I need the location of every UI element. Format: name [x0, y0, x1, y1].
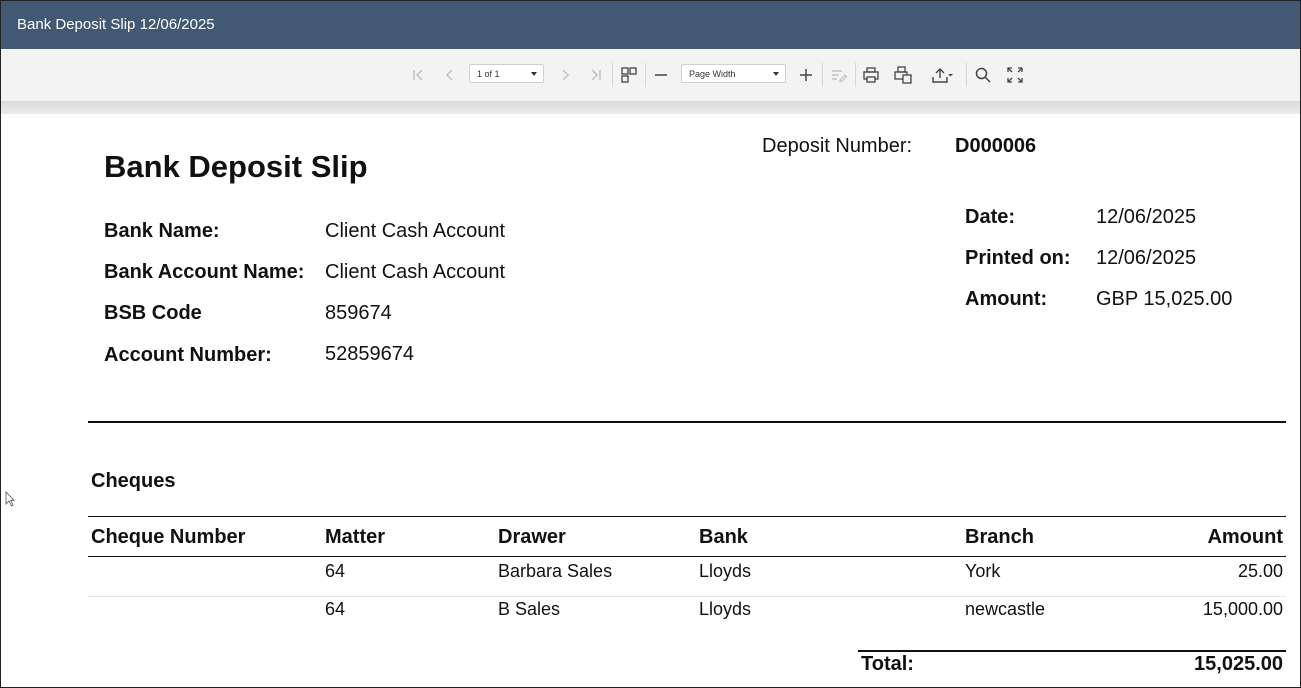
toolbar-separator [855, 63, 856, 87]
account-number-value: 52859674 [325, 343, 414, 365]
bsb-code-label: BSB Code [104, 302, 202, 324]
deposit-number-value: D000006 [955, 135, 1037, 157]
zoom-in-button[interactable] [794, 63, 818, 87]
viewer-toolbar: 1 of 1 Page Width [1, 49, 1300, 101]
cheques-section-title: Cheques [91, 470, 176, 492]
cell-drawer: Barbara Sales [498, 561, 613, 581]
cell-amount: 15,000.00 [1202, 599, 1283, 619]
print-page-icon [894, 66, 912, 84]
toolbar-separator [612, 63, 613, 87]
account-number-label: Account Number: [104, 344, 272, 366]
table-header-border [88, 556, 1286, 557]
zoom-out-button[interactable] [649, 63, 673, 87]
zoom-selector[interactable]: Page Width [681, 64, 786, 83]
date-value: 12/06/2025 [1096, 206, 1197, 228]
total-label: Total: [861, 653, 914, 675]
cell-drawer: B Sales [498, 599, 561, 619]
title-bar: Bank Deposit Slip 12/06/2025 [1, 1, 1300, 49]
bank-account-name-label: Bank Account Name: [104, 261, 305, 283]
report-page: Bank Deposit Slip Deposit Number: D00000… [1, 114, 1300, 687]
amount-label: Amount: [965, 288, 1048, 310]
cell-bank: Lloyds [699, 561, 752, 581]
column-header-matter: Matter [325, 526, 386, 548]
cell-amount: 25.00 [1237, 561, 1283, 581]
bank-name-label: Bank Name: [104, 220, 220, 242]
grid-view-icon [621, 67, 637, 83]
column-header-drawer: Drawer [498, 526, 566, 548]
toolbar-separator [645, 63, 646, 87]
column-header-cheque-number: Cheque Number [91, 526, 246, 548]
row-divider [88, 596, 1286, 597]
bank-name-value: Client Cash Account [325, 220, 506, 242]
column-header-branch: Branch [965, 526, 1034, 548]
toolbar-separator [966, 63, 967, 87]
multipage-view-button[interactable] [617, 63, 641, 87]
chevron-left-icon [445, 69, 453, 81]
editing-fields-button[interactable] [827, 63, 851, 87]
chevron-right-icon [562, 69, 570, 81]
cell-branch: York [965, 561, 1001, 581]
total-value: 15,025.00 [1194, 653, 1283, 675]
search-icon [975, 67, 991, 83]
caret-down-icon [531, 72, 537, 76]
export-button[interactable] [927, 63, 959, 87]
fullscreen-button[interactable] [1003, 63, 1027, 87]
printed-on-label: Printed on: [965, 247, 1071, 269]
printer-icon [863, 67, 879, 83]
upload-icon [932, 68, 953, 83]
minus-icon [655, 74, 667, 76]
section-divider [88, 421, 1286, 423]
previous-page-button[interactable] [438, 63, 462, 87]
page-selector-value: 1 of 1 [477, 69, 500, 79]
amount-value: GBP 15,025.00 [1096, 288, 1233, 310]
page-selector[interactable]: 1 of 1 [469, 64, 544, 83]
next-page-button[interactable] [553, 63, 577, 87]
report-viewer-window: Bank Deposit Slip 12/06/2025 1 of 1 Page… [0, 0, 1301, 688]
total-border [858, 650, 1286, 652]
date-label: Date: [965, 206, 1016, 228]
first-page-icon [413, 69, 423, 81]
cell-branch: newcastle [965, 599, 1046, 619]
edit-fields-icon [832, 70, 848, 83]
print-page-button[interactable] [891, 63, 915, 87]
cell-bank: Lloyds [699, 599, 752, 619]
bank-account-name-value: Client Cash Account [325, 261, 506, 283]
cell-matter: 64 [325, 561, 346, 581]
print-button[interactable] [859, 63, 883, 87]
printed-on-value: 12/06/2025 [1096, 247, 1197, 269]
mouse-pointer-icon [5, 491, 15, 507]
column-header-bank: Bank [699, 526, 748, 548]
last-page-icon [591, 69, 601, 81]
cell-matter: 64 [325, 599, 346, 619]
toolbar-separator [822, 63, 823, 87]
first-page-button[interactable] [406, 63, 430, 87]
fullscreen-icon [1007, 67, 1023, 83]
last-page-button[interactable] [584, 63, 608, 87]
deposit-number-label: Deposit Number: [762, 135, 913, 157]
table-top-border [88, 516, 1286, 517]
caret-down-icon [773, 72, 779, 76]
column-header-amount: Amount [1207, 526, 1283, 548]
zoom-selector-value: Page Width [689, 69, 736, 79]
report-title: Bank Deposit Slip [104, 149, 368, 184]
search-button[interactable] [971, 63, 995, 87]
toolbar-shadow [1, 101, 1300, 114]
plus-icon [800, 69, 812, 81]
window-title: Bank Deposit Slip 12/06/2025 [17, 16, 215, 33]
bsb-code-value: 859674 [325, 302, 392, 324]
